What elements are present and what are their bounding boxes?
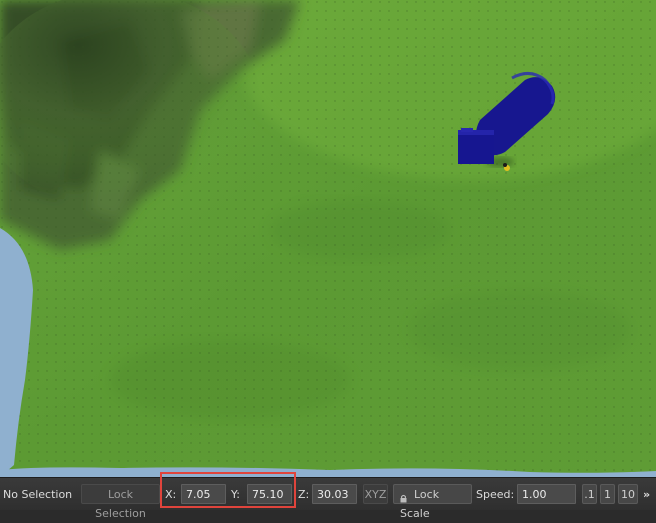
- x-label: X:: [165, 488, 177, 501]
- xyz-button[interactable]: XYZ: [363, 484, 388, 504]
- lock-scale-button[interactable]: Lock Scale: [393, 484, 472, 520]
- more-options-button[interactable]: »: [643, 478, 650, 511]
- z-label: Z:: [298, 488, 310, 501]
- speed-label: Speed:: [476, 488, 515, 501]
- 3d-viewport[interactable]: [0, 0, 656, 477]
- speed-preset-0.1-button[interactable]: .1: [582, 484, 597, 504]
- selection-status: No Selection: [3, 488, 73, 501]
- speed-preset-1-button[interactable]: 1: [600, 484, 615, 504]
- terrain-scene[interactable]: [0, 0, 656, 477]
- bottom-toolbar: No Selection Lock Selection X: Y: Z: XYZ…: [0, 477, 656, 520]
- y-coordinate-field[interactable]: [247, 484, 292, 504]
- lock-icon: [400, 490, 407, 502]
- lock-selection-button[interactable]: Lock Selection: [81, 484, 160, 520]
- x-coordinate-field[interactable]: [181, 484, 226, 504]
- speed-preset-10-button[interactable]: 10: [618, 484, 638, 504]
- z-coordinate-field[interactable]: [312, 484, 357, 504]
- speed-field[interactable]: [517, 484, 576, 504]
- y-label: Y:: [231, 488, 240, 501]
